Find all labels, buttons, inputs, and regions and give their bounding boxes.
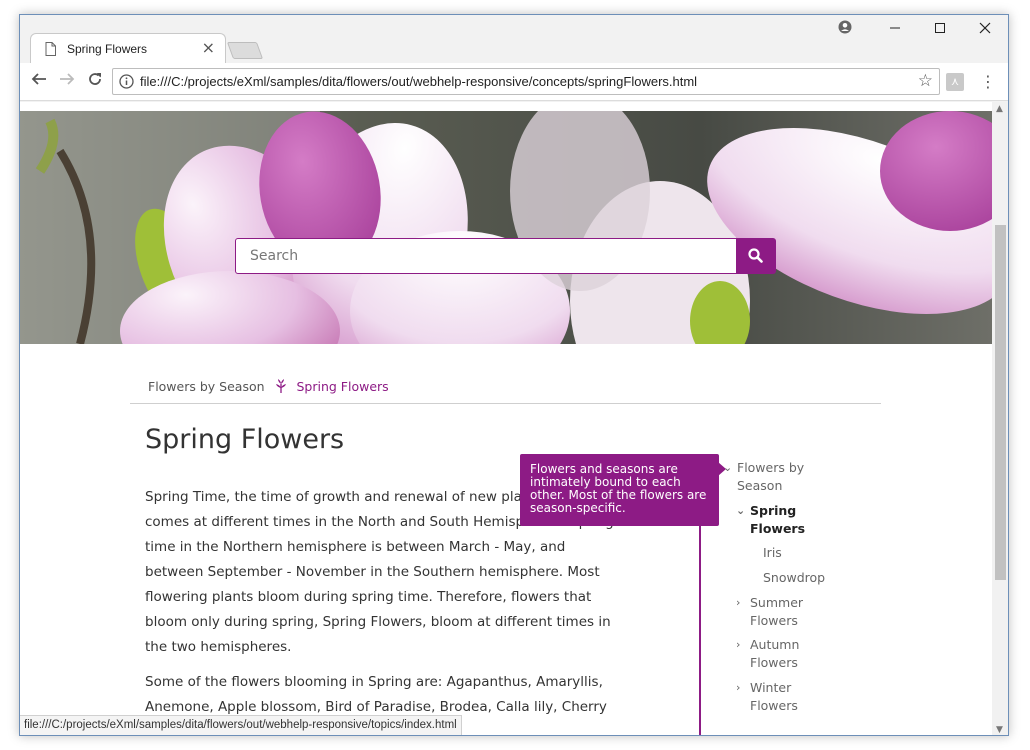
divider [130,403,881,404]
browser-toolbar: file:///C:/projects/eXml/samples/dita/fl… [20,63,1008,101]
chevron-down-icon[interactable]: ⌄ [736,502,745,520]
address-bar[interactable]: file:///C:/projects/eXml/samples/dita/fl… [112,68,940,95]
page-icon [45,42,56,56]
toc-item-winter-flowers[interactable]: › Winter Flowers [736,679,820,715]
toc-item-autumn-flowers[interactable]: › Autumn Flowers [736,636,820,672]
page-title: Spring Flowers [145,424,345,455]
toc-item-label[interactable]: Flowers by Season [737,460,804,493]
hero-banner [20,111,992,344]
toc-item-summer-flowers[interactable]: › Summer Flowers [736,594,820,630]
breadcrumb: Flowers by Season Spring Flowers [148,379,389,394]
vertical-scrollbar[interactable]: ▲ ▼ [992,102,1008,735]
browser-tab[interactable]: Spring Flowers × [30,33,226,64]
search-field[interactable] [235,238,737,274]
chevron-right-icon[interactable]: › [736,679,740,697]
tab-title: Spring Flowers [67,42,148,56]
scroll-down-icon[interactable]: ▼ [996,725,1003,735]
menu-icon[interactable]: ⋮ [980,71,996,93]
toc-item-label[interactable]: Autumn Flowers [750,637,799,670]
page-viewport: Flowers by Season Spring Flowers Spring … [20,102,992,735]
toc-item-label[interactable]: Spring Flowers [750,503,805,536]
search-input[interactable] [236,239,736,273]
info-icon[interactable] [119,74,134,89]
reload-icon[interactable] [84,71,106,93]
profile-icon[interactable] [834,19,856,41]
breadcrumb-current[interactable]: Spring Flowers [297,379,389,394]
url-text[interactable]: file:///C:/projects/eXml/samples/dita/fl… [140,74,697,89]
flower-separator-icon [275,379,286,393]
toc-item-flowers-by-season[interactable]: ⌄ Flowers by Season [723,459,827,495]
search-button[interactable] [736,238,776,274]
title-bar: Spring Flowers × [20,15,1008,64]
breadcrumb-parent[interactable]: Flowers by Season [148,379,265,394]
toc-item-label[interactable]: Winter Flowers [750,680,798,713]
toc-item-label[interactable]: Summer Flowers [750,595,803,628]
toc-item-snowdrop[interactable]: Snowdrop [763,569,825,587]
shortdesc-tooltip: Flowers and seasons are intimately bound… [520,454,719,526]
new-tab-button[interactable] [226,42,264,59]
chevron-right-icon[interactable]: › [736,594,740,612]
browser-window: Spring Flowers × file:///C:/projects/eXm… [19,14,1009,736]
toc-item-iris[interactable]: Iris [763,544,782,562]
chevron-down-icon[interactable]: ⌄ [723,459,732,477]
forward-icon[interactable] [56,71,78,93]
toc-item-spring-flowers[interactable]: ⌄ Spring Flowers [736,502,820,538]
minimize-icon[interactable] [884,19,906,41]
tooltip-connector [699,526,701,735]
chevron-right-icon[interactable]: › [736,636,740,654]
status-bar: file:///C:/projects/eXml/samples/dita/fl… [20,715,462,735]
scroll-up-icon[interactable]: ▲ [996,104,1003,114]
close-window-icon[interactable] [974,19,996,41]
maximize-icon[interactable] [929,19,951,41]
scroll-thumb[interactable] [995,225,1006,580]
bookmark-star-icon[interactable]: ☆ [918,71,933,91]
pdf-extension-icon[interactable]: ⋏ [946,73,964,91]
toc-item-label[interactable]: Iris [763,545,782,560]
toc-item-label[interactable]: Snowdrop [763,570,825,585]
search-icon [748,248,763,263]
close-tab-icon[interactable]: × [202,40,215,56]
magnolia-image [20,111,992,344]
back-icon[interactable] [28,71,50,93]
